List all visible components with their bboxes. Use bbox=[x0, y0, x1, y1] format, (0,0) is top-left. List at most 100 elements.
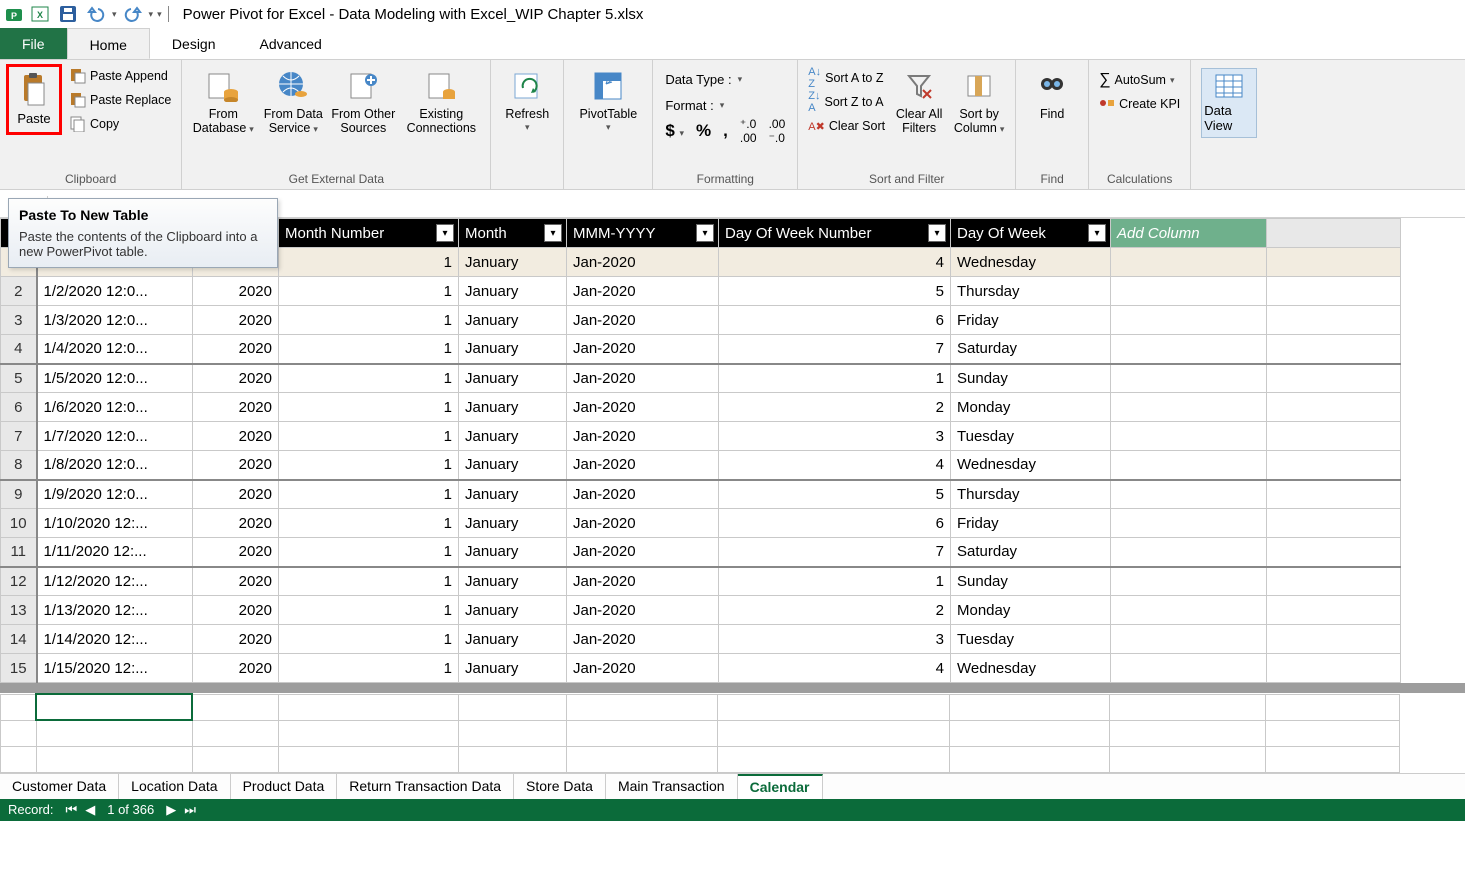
row-header[interactable]: 5 bbox=[1, 364, 37, 393]
cell-date[interactable]: 1/6/2020 12:0... bbox=[37, 393, 193, 422]
cell-empty[interactable] bbox=[1111, 567, 1267, 596]
cell-date[interactable]: 1/2/2020 12:0... bbox=[37, 277, 193, 306]
cell-year[interactable]: 2020 bbox=[193, 480, 279, 509]
table-row[interactable]: 61/6/2020 12:0...20201JanuaryJan-20202Mo… bbox=[1, 393, 1401, 422]
cell-mmm-yyyy[interactable]: Jan-2020 bbox=[567, 480, 719, 509]
cell-year[interactable]: 2020 bbox=[193, 393, 279, 422]
cell-mmm-yyyy[interactable]: Jan-2020 bbox=[567, 567, 719, 596]
cell-mmm-yyyy[interactable]: Jan-2020 bbox=[567, 277, 719, 306]
existing-connections-button[interactable]: Existing Connections bbox=[398, 64, 484, 140]
filter-drop-icon[interactable] bbox=[696, 224, 714, 242]
qat-customize[interactable]: ▾ bbox=[157, 9, 162, 20]
tab-advanced[interactable]: Advanced bbox=[238, 28, 344, 59]
cell-year[interactable]: 2020 bbox=[193, 509, 279, 538]
cell-dow[interactable]: Tuesday bbox=[951, 625, 1111, 654]
nav-next-icon[interactable]: ▶ bbox=[166, 802, 176, 818]
cell-month-number[interactable]: 1 bbox=[279, 596, 459, 625]
redo-icon[interactable] bbox=[121, 2, 145, 26]
table-row[interactable]: 111/11/2020 12:...20201JanuaryJan-20207S… bbox=[1, 538, 1401, 567]
cell-month[interactable]: January bbox=[459, 335, 567, 364]
col-day-of-week-number[interactable]: Day Of Week Number bbox=[719, 219, 951, 248]
filter-drop-icon[interactable] bbox=[928, 224, 946, 242]
tab-design[interactable]: Design bbox=[150, 28, 238, 59]
cell-month-number[interactable]: 1 bbox=[279, 654, 459, 683]
cell-empty[interactable] bbox=[1111, 596, 1267, 625]
row-header[interactable]: 2 bbox=[1, 277, 37, 306]
cell-month[interactable]: January bbox=[459, 248, 567, 277]
cell-month-number[interactable]: 1 bbox=[279, 451, 459, 480]
paste-append-button[interactable]: Paste Append bbox=[66, 64, 175, 88]
nav-prev-icon[interactable]: ◀ bbox=[85, 802, 95, 818]
cell-month-number[interactable]: 1 bbox=[279, 306, 459, 335]
col-mmm-yyyy[interactable]: MMM-YYYY bbox=[567, 219, 719, 248]
cell-dow-number[interactable]: 5 bbox=[719, 277, 951, 306]
cell-empty[interactable] bbox=[1111, 509, 1267, 538]
table-row[interactable]: 91/9/2020 12:0...20201JanuaryJan-20205Th… bbox=[1, 480, 1401, 509]
cell-mmm-yyyy[interactable]: Jan-2020 bbox=[567, 654, 719, 683]
sort-by-column-button[interactable]: Sort by Column bbox=[949, 64, 1009, 140]
cell-dow[interactable]: Monday bbox=[951, 596, 1111, 625]
row-header[interactable]: 3 bbox=[1, 306, 37, 335]
find-button[interactable]: Find bbox=[1022, 64, 1082, 126]
cell-month-number[interactable]: 1 bbox=[279, 248, 459, 277]
row-header[interactable]: 8 bbox=[1, 451, 37, 480]
pivottable-button[interactable]: PivotTable ▾ bbox=[570, 64, 646, 137]
cell-mmm-yyyy[interactable]: Jan-2020 bbox=[567, 422, 719, 451]
cell-empty[interactable] bbox=[1267, 567, 1401, 596]
cell-month-number[interactable]: 1 bbox=[279, 625, 459, 654]
cell-empty[interactable] bbox=[1267, 538, 1401, 567]
cell-empty[interactable] bbox=[1267, 654, 1401, 683]
cell-month[interactable]: January bbox=[459, 480, 567, 509]
cell-month-number[interactable]: 1 bbox=[279, 509, 459, 538]
cell-year[interactable]: 2020 bbox=[193, 335, 279, 364]
cell-dow-number[interactable]: 1 bbox=[719, 364, 951, 393]
cell-month[interactable]: January bbox=[459, 596, 567, 625]
cell-date[interactable]: 1/5/2020 12:0... bbox=[37, 364, 193, 393]
redo-dropdown[interactable]: ▾ bbox=[149, 9, 154, 20]
cell-dow-number[interactable]: 4 bbox=[719, 654, 951, 683]
format-dropdown[interactable]: ▾ bbox=[720, 100, 725, 111]
cell-month[interactable]: January bbox=[459, 625, 567, 654]
cell-year[interactable]: 2020 bbox=[193, 538, 279, 567]
cell-dow-number[interactable]: 1 bbox=[719, 567, 951, 596]
decrease-decimal-button[interactable]: .00⁻.0 bbox=[769, 117, 786, 145]
row-header[interactable]: 9 bbox=[1, 480, 37, 509]
cell-empty[interactable] bbox=[1111, 248, 1267, 277]
cell-empty[interactable] bbox=[1267, 306, 1401, 335]
tab-home[interactable]: Home bbox=[67, 28, 150, 59]
sheet-tab-store-data[interactable]: Store Data bbox=[514, 774, 606, 799]
cell-empty[interactable] bbox=[1267, 451, 1401, 480]
cell-dow-number[interactable]: 2 bbox=[719, 596, 951, 625]
copy-button[interactable]: Copy bbox=[66, 112, 175, 136]
data-type-dropdown[interactable]: ▾ bbox=[738, 74, 743, 85]
row-header[interactable]: 13 bbox=[1, 596, 37, 625]
col-month-number[interactable]: Month Number bbox=[279, 219, 459, 248]
col-day-of-week[interactable]: Day Of Week bbox=[951, 219, 1111, 248]
row-header[interactable]: 6 bbox=[1, 393, 37, 422]
row-header[interactable]: 10 bbox=[1, 509, 37, 538]
cell-empty[interactable] bbox=[1111, 625, 1267, 654]
undo-dropdown[interactable]: ▾ bbox=[112, 9, 117, 20]
data-view-button[interactable]: Data View bbox=[1201, 68, 1257, 138]
cell-dow[interactable]: Wednesday bbox=[951, 248, 1111, 277]
cell-dow-number[interactable]: 5 bbox=[719, 480, 951, 509]
cell-month[interactable]: January bbox=[459, 654, 567, 683]
cell-month-number[interactable]: 1 bbox=[279, 335, 459, 364]
paste-button[interactable]: Paste bbox=[6, 64, 62, 135]
cell-dow-number[interactable]: 7 bbox=[719, 538, 951, 567]
cell-empty[interactable] bbox=[1111, 306, 1267, 335]
filter-drop-icon[interactable] bbox=[544, 224, 562, 242]
cell-date[interactable]: 1/12/2020 12:... bbox=[37, 567, 193, 596]
cell-dow[interactable]: Monday bbox=[951, 393, 1111, 422]
cell-dow[interactable]: Friday bbox=[951, 509, 1111, 538]
sheet-tab-customer-data[interactable]: Customer Data bbox=[0, 774, 119, 799]
table-row[interactable]: 21/2/2020 12:0...20201JanuaryJan-20205Th… bbox=[1, 277, 1401, 306]
table-row[interactable]: 31/3/2020 12:0...20201JanuaryJan-20206Fr… bbox=[1, 306, 1401, 335]
cell-dow-number[interactable]: 3 bbox=[719, 422, 951, 451]
cell-month[interactable]: January bbox=[459, 451, 567, 480]
cell-date[interactable]: 1/9/2020 12:0... bbox=[37, 480, 193, 509]
from-other-sources-button[interactable]: From Other Sources bbox=[328, 64, 398, 140]
tab-file[interactable]: File bbox=[0, 28, 67, 59]
increase-decimal-button[interactable]: ⁺.0.00 bbox=[740, 117, 757, 145]
cell-mmm-yyyy[interactable]: Jan-2020 bbox=[567, 538, 719, 567]
